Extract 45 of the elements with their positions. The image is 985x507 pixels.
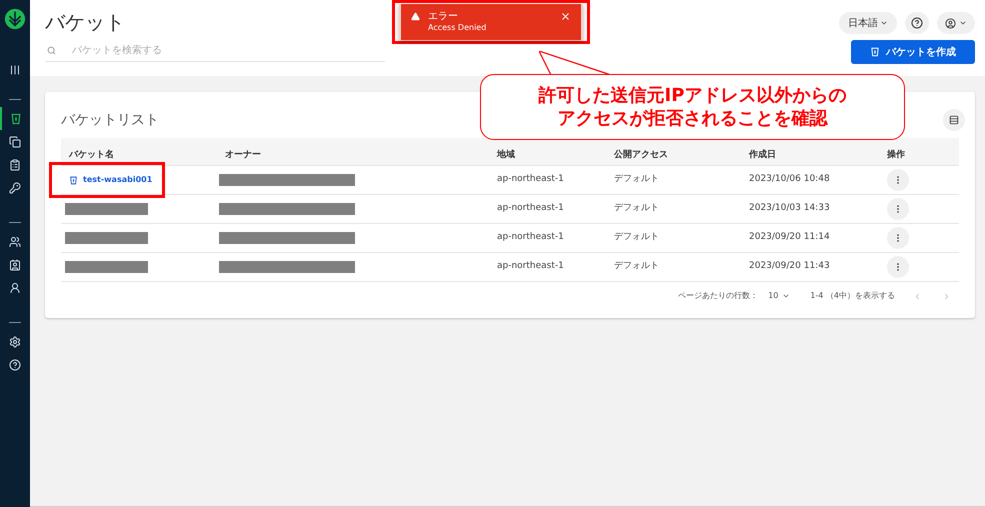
page-title: バケット <box>45 9 126 36</box>
user-icon <box>945 18 956 28</box>
bucket-icon <box>69 176 78 184</box>
region-cell: ap-northeast-1 <box>497 261 564 272</box>
region-cell: ap-northeast-1 <box>497 203 564 214</box>
column-header: 地域 <box>497 150 515 160</box>
access-cell: デフォルト <box>614 232 659 242</box>
help-icon[interactable] <box>905 12 929 34</box>
bucket-link[interactable]: test-wasabi001 <box>83 174 152 186</box>
access-cell: デフォルト <box>614 174 659 184</box>
callout-text: アクセスが拒否されることを確認 <box>558 107 828 130</box>
search-field[interactable]: バケットを検索する <box>72 43 385 58</box>
rows-per-page-label: ページあたりの行数： <box>678 290 758 302</box>
created-date-cell: 2023/10/03 14:33 <box>749 203 830 214</box>
caret-icon <box>880 19 888 27</box>
region-cell: ap-northeast-1 <box>497 232 564 242</box>
toast-message: Access Denied <box>428 22 488 34</box>
created-date-cell: 2023/10/06 10:48 <box>749 174 830 184</box>
toast-title: エラー <box>428 11 458 22</box>
page-range: 1-4 （4中）を表示する <box>810 290 895 302</box>
logo-icon <box>4 8 26 30</box>
created-date-cell: 2023/09/20 11:14 <box>749 232 830 242</box>
caret-icon <box>959 19 967 27</box>
column-header: オーナー <box>225 150 261 160</box>
language-dropdown[interactable]: 日本語 <box>839 12 897 34</box>
menu-icon[interactable] <box>9 64 21 76</box>
list-view-icon[interactable] <box>943 109 965 131</box>
access-cell: デフォルト <box>614 261 659 272</box>
card-title: バケットリスト <box>61 110 159 130</box>
column-header: 操作 <box>887 150 905 160</box>
column-header: 作成日 <box>749 150 776 160</box>
column-header: バケット名 <box>69 150 114 160</box>
rows-per-page-dropdown[interactable]: 10 <box>768 290 790 302</box>
search-icon <box>47 46 56 55</box>
column-header: 公開アクセス <box>614 150 668 160</box>
create-bucket-button[interactable]: バケットを作成 <box>851 40 975 64</box>
bucket-icon <box>870 47 880 57</box>
user-menu-button[interactable] <box>937 12 975 34</box>
access-cell: デフォルト <box>614 203 659 214</box>
close-icon[interactable] <box>560 11 571 22</box>
region-cell: ap-northeast-1 <box>497 174 564 184</box>
warning-icon <box>411 12 420 21</box>
callout-text: 許可した送信元IPアドレス以外からの <box>538 84 846 107</box>
created-date-cell: 2023/09/20 11:43 <box>749 261 830 272</box>
caret-icon <box>782 292 790 300</box>
